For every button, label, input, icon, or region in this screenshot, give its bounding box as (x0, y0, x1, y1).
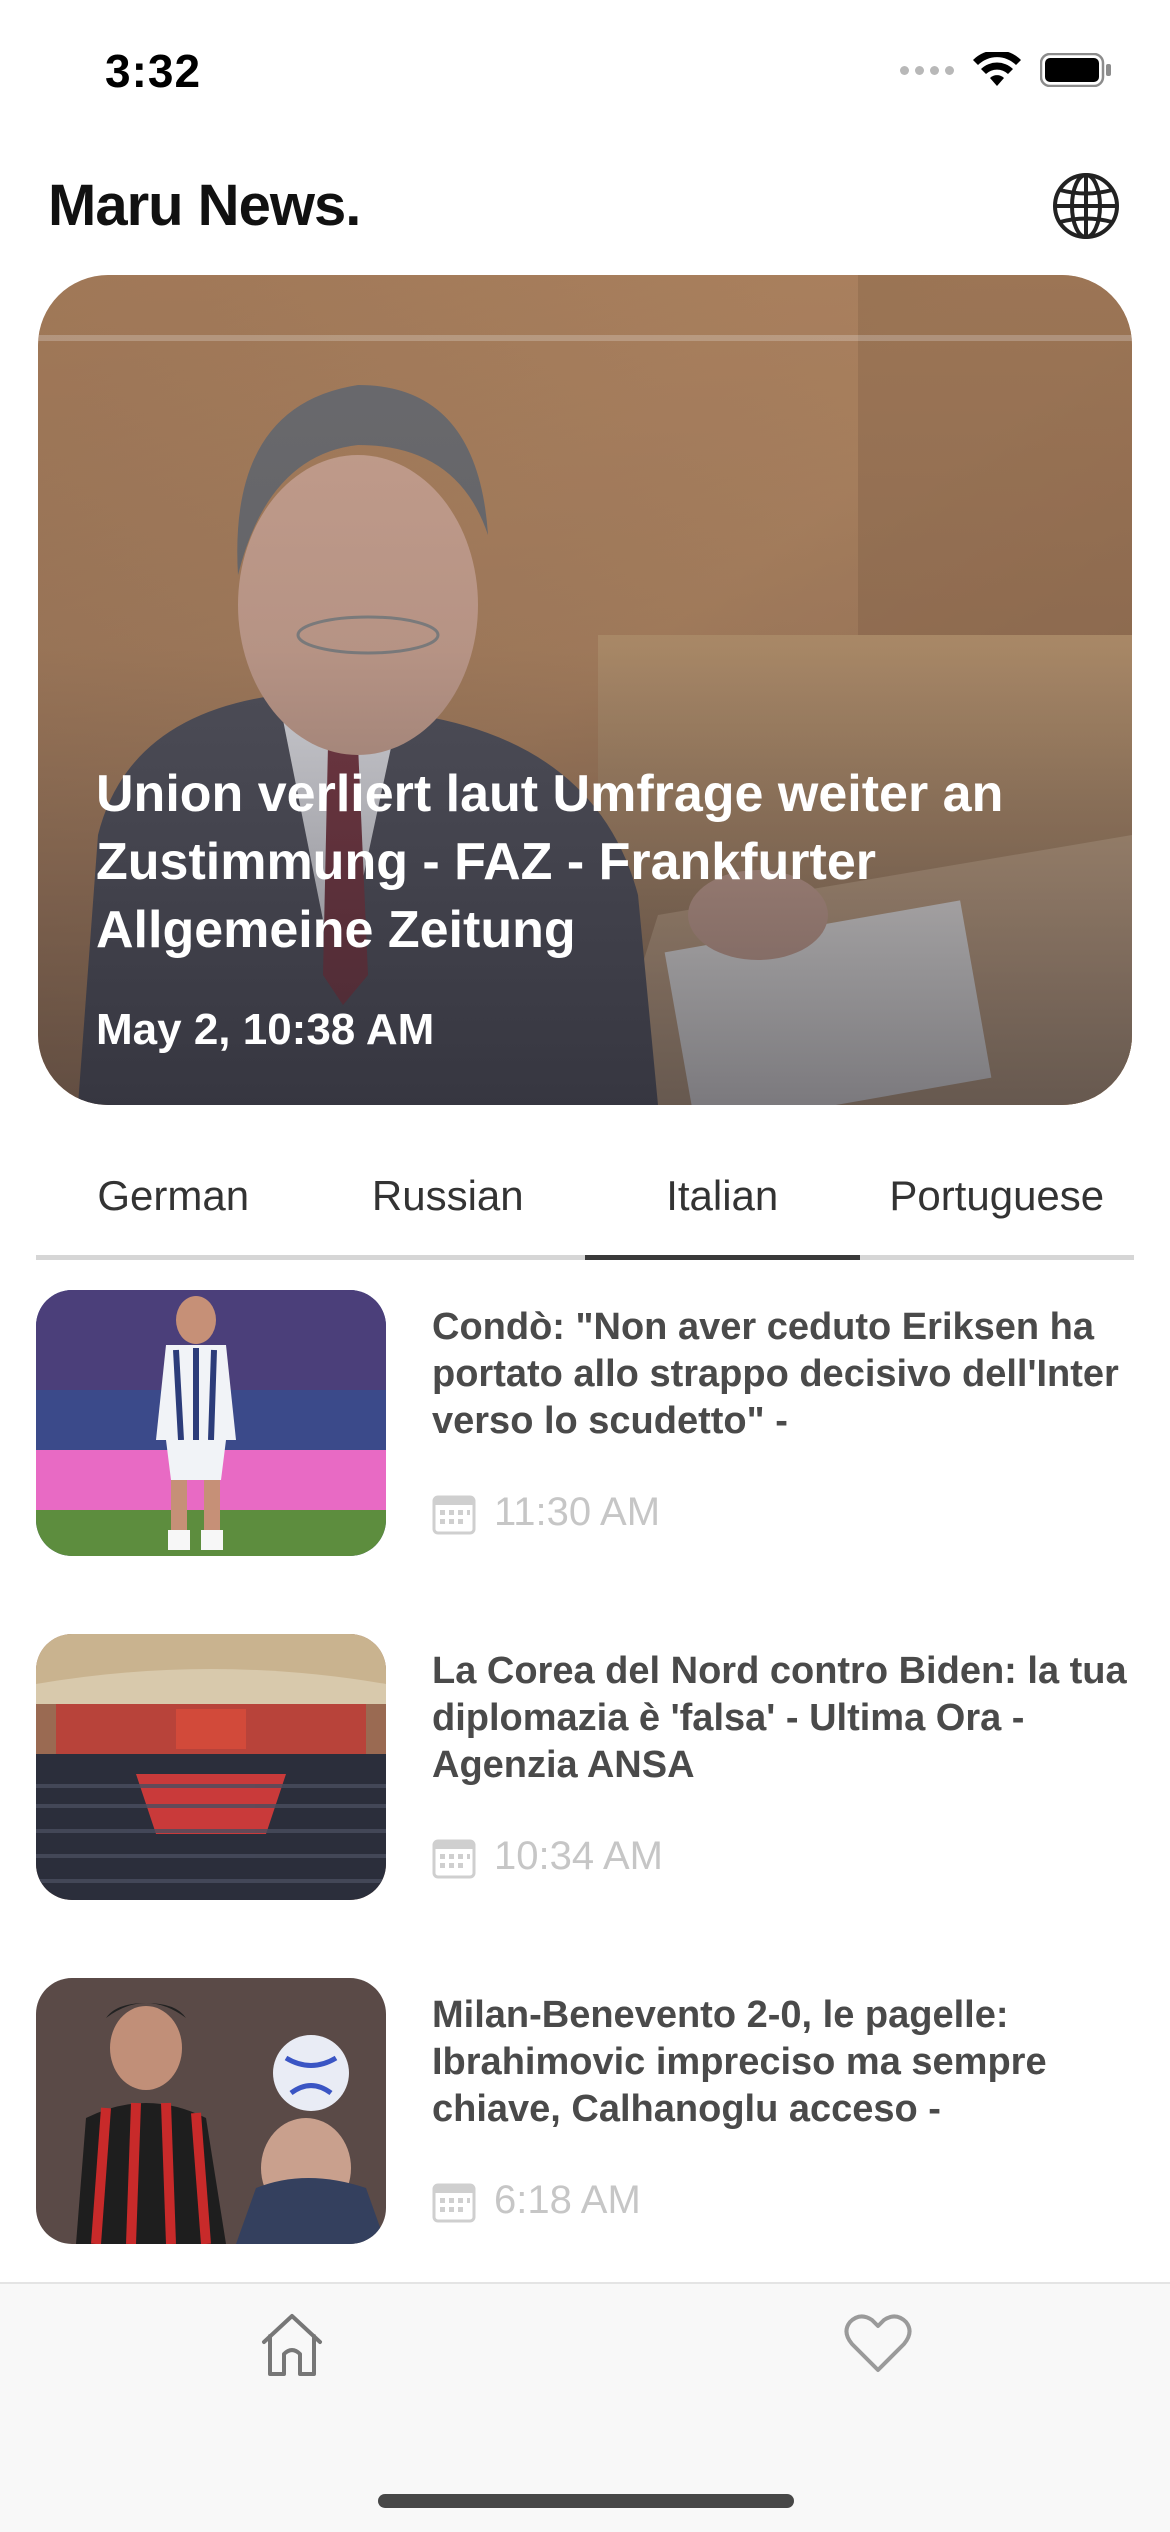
article-meta: 11:30 AM (432, 1490, 660, 1535)
tab-russian[interactable]: Russian (311, 1160, 586, 1255)
article-title: La Corea del Nord contro Biden: la tua d… (432, 1650, 1127, 1786)
home-indicator[interactable] (378, 2494, 794, 2508)
list-item[interactable]: La Corea del Nord contro Biden: la tua d… (36, 1634, 1136, 1904)
heart-icon[interactable] (842, 2308, 914, 2380)
article-title: Condò: "Non aver ceduto Eriksen ha porta… (432, 1306, 1119, 1442)
tab-portuguese[interactable]: Portuguese (860, 1160, 1135, 1255)
list-item[interactable]: Milan-Benevento 2-0, le pagelle: Ibrahim… (36, 1978, 1136, 2248)
tab-italian[interactable]: Italian (585, 1160, 860, 1260)
featured-article-card[interactable]: Union verliert laut Umfrage weiter an Zu… (38, 275, 1132, 1105)
article-meta: 6:18 AM (432, 2178, 641, 2223)
bottom-tab-bar (0, 2282, 1170, 2532)
tab-german[interactable]: German (36, 1160, 311, 1255)
article-thumbnail (36, 1634, 386, 1900)
article-title: Milan-Benevento 2-0, le pagelle: Ibrahim… (432, 1994, 1047, 2130)
article-thumbnail (36, 1978, 386, 2244)
article-time: 10:34 AM (494, 1834, 664, 1878)
wifi-icon (973, 52, 1021, 86)
language-tabs: German Russian Italian Portuguese (36, 1160, 1134, 1260)
status-icons (900, 52, 1112, 88)
status-bar: 3:32 (0, 0, 1170, 150)
globe-icon[interactable] (1050, 170, 1122, 242)
article-meta: 10:34 AM (432, 1834, 663, 1879)
status-time: 3:32 (105, 45, 202, 97)
calendar-icon (432, 1839, 476, 1878)
article-time: 11:30 AM (494, 1490, 661, 1534)
article-time: 6:18 AM (494, 2178, 641, 2222)
list-item[interactable]: Condò: "Non aver ceduto Eriksen ha porta… (36, 1290, 1136, 1560)
battery-icon (1040, 53, 1111, 87)
cellular-signal-icon (900, 65, 954, 75)
article-thumbnail (36, 1290, 386, 1556)
app-title: Maru News. (48, 173, 361, 238)
home-icon[interactable] (256, 2308, 328, 2380)
featured-date: May 2, 10:38 AM (96, 1005, 435, 1054)
app-header: Maru News. (0, 160, 1170, 260)
featured-headline: Union verliert laut Umfrage weiter an Zu… (96, 765, 1004, 959)
calendar-icon (432, 2183, 476, 2222)
calendar-icon (432, 1495, 476, 1534)
